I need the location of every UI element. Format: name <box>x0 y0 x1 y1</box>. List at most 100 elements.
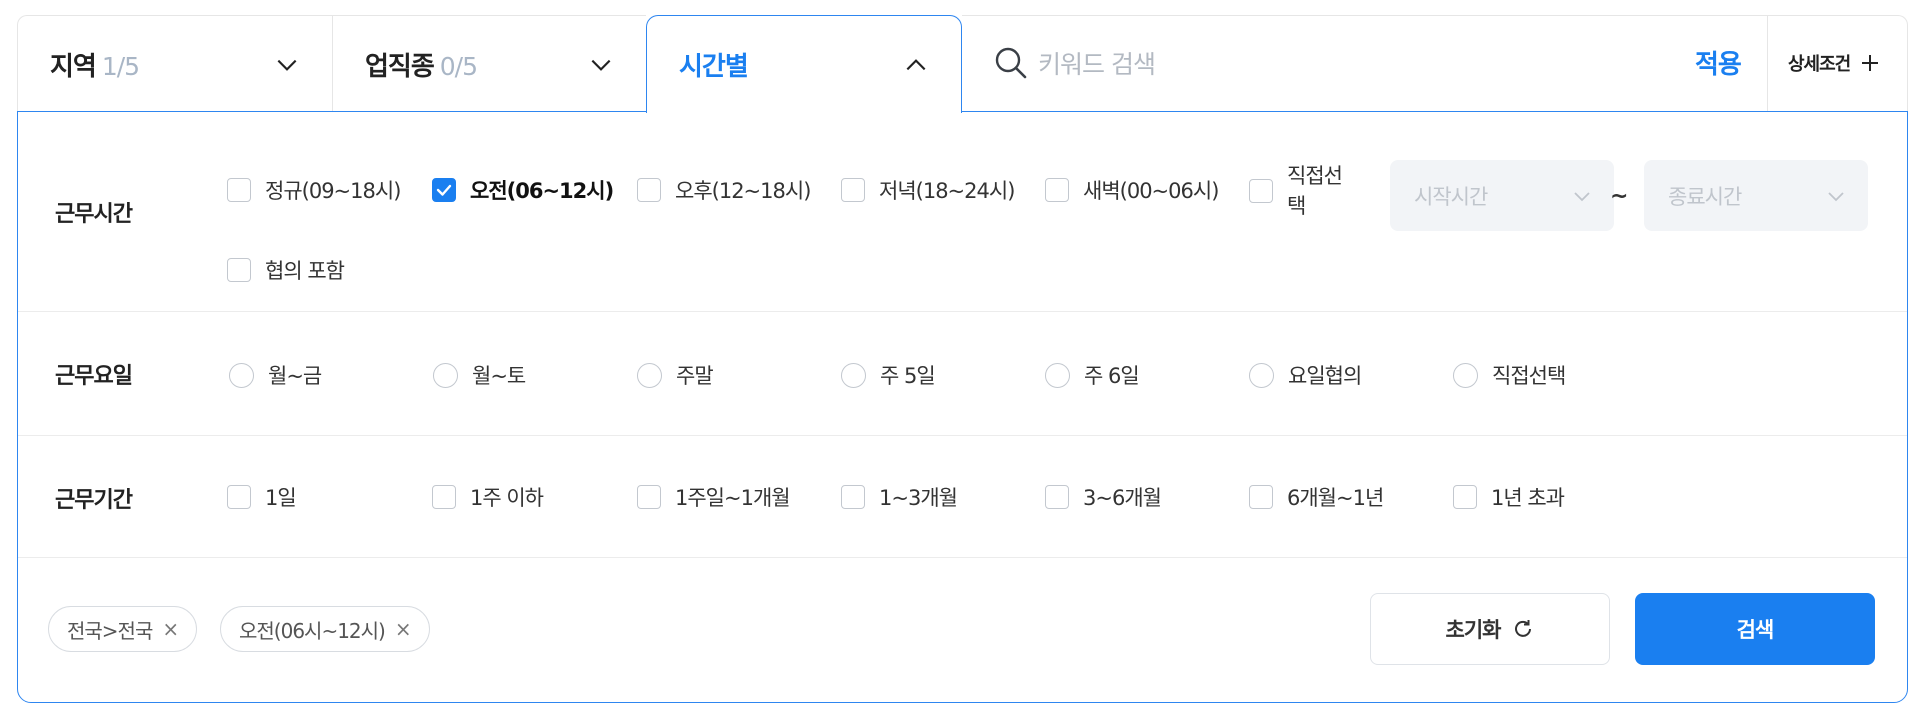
radio[interactable] <box>433 362 458 388</box>
checkbox[interactable] <box>1249 179 1273 203</box>
apply-button[interactable]: 적용 <box>1695 44 1742 81</box>
work-period-option[interactable]: 1일 <box>227 482 297 512</box>
option-label: 정규(09~18시) <box>265 179 401 203</box>
plus-icon <box>1862 55 1879 71</box>
option-label: 오후(12~18시) <box>675 179 811 203</box>
radio[interactable] <box>841 362 866 388</box>
chevron-down-icon[interactable] <box>274 52 300 78</box>
check-icon <box>436 184 452 196</box>
option-label: 새벽(00~06시) <box>1083 179 1219 203</box>
option-label: 직접선택 <box>1287 164 1343 218</box>
option-label: 직접선택 <box>1492 364 1566 388</box>
checkbox[interactable] <box>432 485 456 509</box>
search-input[interactable] <box>1038 44 1638 84</box>
close-icon[interactable]: × <box>162 617 179 641</box>
option-label: 6개월~1년 <box>1287 486 1384 510</box>
checkbox[interactable] <box>841 485 865 509</box>
work-days-option[interactable]: 직접선택 <box>1453 360 1566 390</box>
tab-industry-title: 업직종 <box>365 52 435 82</box>
advanced-filter-label: 상세조건 <box>1788 54 1851 75</box>
chevron-down-icon[interactable] <box>588 52 614 78</box>
work-hours-option[interactable]: 새벽(00~06시) <box>1045 175 1219 205</box>
checkbox-checked[interactable] <box>432 178 456 202</box>
work-hours-option[interactable]: 오전(06~12시) <box>432 175 614 205</box>
divider <box>1767 16 1768 113</box>
tab-region-label: 지역 1/5 <box>50 46 140 83</box>
work-period-label: 근무기간 <box>55 488 133 513</box>
option-label: 주말 <box>676 364 714 388</box>
work-period-option[interactable]: 1년 초과 <box>1453 482 1565 512</box>
advanced-filter-button[interactable]: 상세조건 <box>1788 50 1880 76</box>
tab-industry[interactable]: 업직종 0/5 <box>332 15 646 112</box>
selected-filter-chip: 전국>전국 × <box>48 606 198 652</box>
checkbox[interactable] <box>1249 485 1273 509</box>
work-period-option[interactable]: 3~6개월 <box>1045 482 1162 512</box>
option-label: 협의 포함 <box>265 259 345 283</box>
chevron-down-icon <box>1828 192 1844 202</box>
checkbox[interactable] <box>227 178 251 202</box>
search-bar: 적용 상세조건 <box>962 15 1908 113</box>
work-days-option[interactable]: 월~토 <box>433 360 526 390</box>
radio[interactable] <box>229 362 254 388</box>
search-icon <box>995 47 1027 79</box>
work-hours-label: 근무시간 <box>55 202 133 227</box>
work-period-option[interactable]: 6개월~1년 <box>1249 482 1384 512</box>
search-button[interactable]: 검색 <box>1635 593 1875 665</box>
reset-button[interactable]: 초기화 <box>1370 593 1610 665</box>
checkbox[interactable] <box>841 178 865 202</box>
work-days-option[interactable]: 주 6일 <box>1045 360 1140 390</box>
option-label: 월~토 <box>472 364 526 388</box>
work-hours-option[interactable]: 정규(09~18시) <box>227 175 401 205</box>
chip-label: 전국>전국 <box>67 618 153 643</box>
tab-region-title: 지역 <box>50 52 97 82</box>
start-time-placeholder: 시작시간 <box>1414 184 1488 209</box>
work-hours-option[interactable]: 직접선택 <box>1249 161 1347 221</box>
radio[interactable] <box>637 362 662 388</box>
checkbox[interactable] <box>1045 485 1069 509</box>
option-label: 주 6일 <box>1084 364 1140 388</box>
end-time-select[interactable]: 종료시간 <box>1644 160 1868 231</box>
work-hours-option[interactable]: 협의 포함 <box>227 255 345 285</box>
work-period-option[interactable]: 1주 이하 <box>432 482 544 512</box>
work-hours-row: 근무시간 정규(09~18시) 오전(06~12시) 오후(12~18시) 저녁… <box>18 112 1907 312</box>
work-period-option[interactable]: 1~3개월 <box>841 482 958 512</box>
option-label: 주 5일 <box>880 364 936 388</box>
radio[interactable] <box>1453 362 1478 388</box>
tab-region-count: 1/5 <box>101 52 140 81</box>
option-label: 1일 <box>265 486 297 510</box>
radio[interactable] <box>1045 362 1070 388</box>
work-period-row: 근무기간 1일 1주 이하 1주일~1개월 1~3개월 3~6개월 6개월~1년… <box>18 436 1907 558</box>
work-days-option[interactable]: 요일협의 <box>1249 360 1362 390</box>
checkbox[interactable] <box>637 178 661 202</box>
tab-region[interactable]: 지역 1/5 <box>17 15 332 112</box>
work-days-row: 근무요일 월~금 월~토 주말 주 5일 주 6일 요일협의 직접선택 <box>18 312 1907 436</box>
work-days-option[interactable]: 주 5일 <box>841 360 936 390</box>
work-days-option[interactable]: 주말 <box>637 360 714 390</box>
option-label: 1~3개월 <box>879 486 958 510</box>
checkbox[interactable] <box>637 485 661 509</box>
start-time-select[interactable]: 시작시간 <box>1390 160 1614 231</box>
chevron-up-icon[interactable] <box>903 52 929 78</box>
work-period-option[interactable]: 1주일~1개월 <box>637 482 791 512</box>
option-label: 1년 초과 <box>1491 486 1565 510</box>
checkbox[interactable] <box>227 258 251 282</box>
end-time-placeholder: 종료시간 <box>1668 184 1742 209</box>
reset-label: 초기화 <box>1445 618 1502 642</box>
option-label: 1주일~1개월 <box>675 486 791 510</box>
option-label: 저녁(18~24시) <box>879 179 1015 203</box>
work-days-option[interactable]: 월~금 <box>229 360 322 390</box>
option-label: 1주 이하 <box>470 486 544 510</box>
refresh-icon <box>1515 620 1532 637</box>
tab-industry-count: 0/5 <box>439 52 478 81</box>
tab-time[interactable]: 시간별 <box>646 15 962 113</box>
work-hours-option[interactable]: 오후(12~18시) <box>637 175 811 205</box>
work-hours-option[interactable]: 저녁(18~24시) <box>841 175 1015 205</box>
option-label: 월~금 <box>268 364 322 388</box>
close-icon[interactable]: × <box>395 617 412 641</box>
checkbox[interactable] <box>1045 178 1069 202</box>
tab-time-label: 시간별 <box>679 52 749 82</box>
checkbox[interactable] <box>227 485 251 509</box>
checkbox[interactable] <box>1453 485 1477 509</box>
radio[interactable] <box>1249 362 1274 388</box>
selected-filter-chip: 오전(06시~12시) × <box>220 606 430 652</box>
